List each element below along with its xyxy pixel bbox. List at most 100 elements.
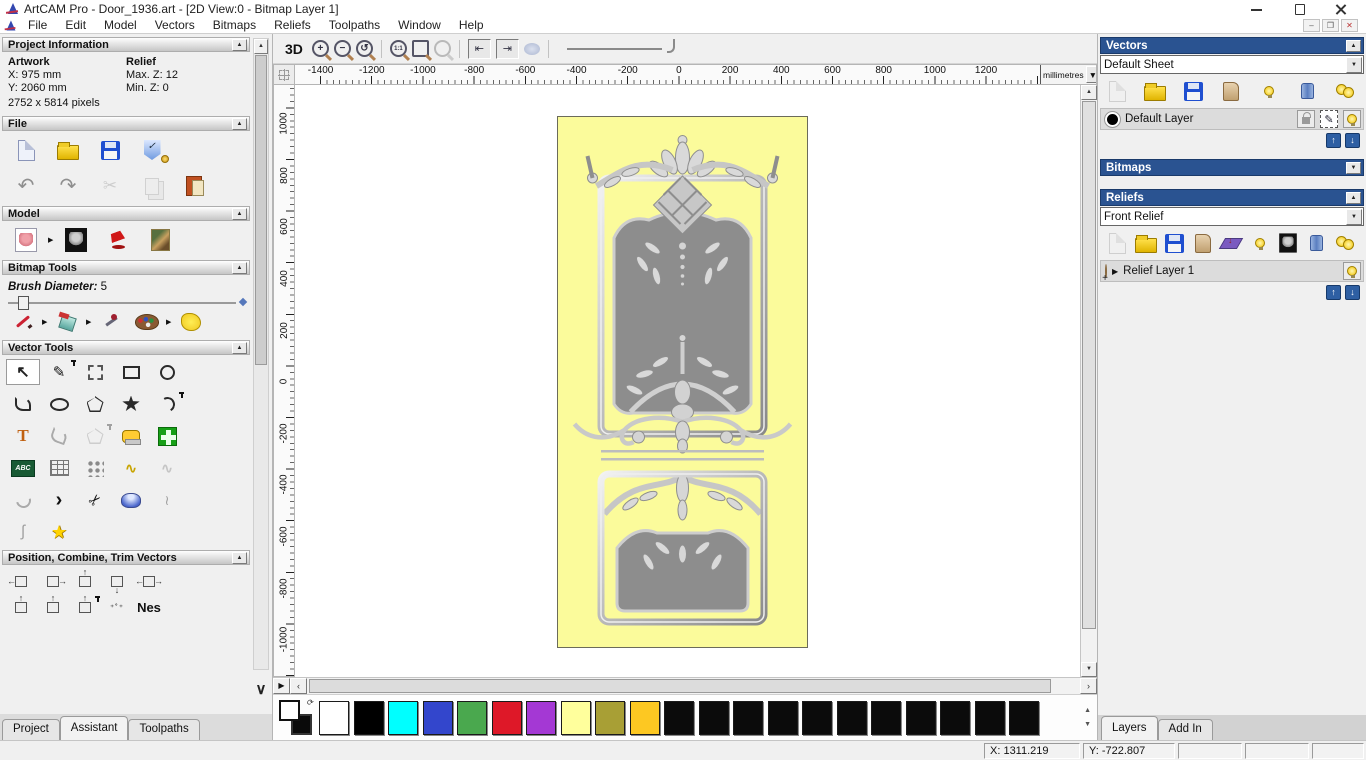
flyout-arrow-icon[interactable]: ▶ — [166, 318, 172, 326]
model-from-greyscale-button[interactable] — [56, 225, 96, 255]
collapse-section-button[interactable]: ▲ — [232, 261, 247, 274]
menu-item[interactable]: Window — [389, 17, 450, 33]
scroll-right-button[interactable]: › — [1080, 678, 1097, 694]
move-layer-down-button[interactable]: ↓ — [1345, 133, 1360, 148]
colour-swatch[interactable] — [457, 700, 487, 735]
center-in-page-button[interactable]: ↑ — [6, 593, 36, 619]
create-ellipse-tool[interactable] — [42, 391, 76, 417]
vector-sheet-dropdown[interactable]: Default Sheet ▼ — [1100, 55, 1364, 74]
collapse-section-button[interactable]: ▲ — [232, 341, 247, 354]
block-copy-tool[interactable] — [78, 455, 112, 481]
redo-button[interactable]: ↷ — [48, 171, 88, 201]
fit-vectors-to-relief-tool[interactable]: ∿ — [150, 455, 184, 481]
align-right-button[interactable]: → — [38, 569, 68, 593]
colour-swatch[interactable] — [871, 700, 901, 735]
collapse-section-button[interactable]: ▲ — [232, 207, 247, 220]
brush-diameter-slider[interactable] — [8, 296, 236, 310]
flood-fill-tool[interactable] — [50, 309, 84, 335]
swap-colours-icon[interactable]: ⟳ — [306, 698, 313, 707]
fit-arcs-tool[interactable] — [6, 487, 40, 513]
measure-tool[interactable] — [114, 423, 148, 449]
menu-item[interactable]: Toolpaths — [320, 17, 389, 33]
align-bottom-button[interactable]: ↓ — [102, 569, 132, 595]
menu-item[interactable]: File — [19, 17, 56, 33]
mdi-close-button[interactable]: ✕ — [1341, 18, 1358, 32]
create-polygon-tool[interactable] — [78, 391, 112, 417]
flyout-arrow-icon[interactable]: ▶ — [48, 236, 54, 244]
colour-swatch[interactable] — [767, 700, 798, 735]
colour-swatch[interactable] — [526, 700, 556, 735]
create-vector-points-tool[interactable]: ∿ — [114, 455, 148, 481]
expand-layer-icon[interactable]: ▶ — [1112, 267, 1118, 276]
new-model-button[interactable] — [6, 135, 46, 165]
scroll-down-button[interactable]: ▼ — [1081, 662, 1097, 677]
colour-palette-tool[interactable] — [130, 309, 164, 335]
load-bitmap-button[interactable] — [140, 225, 180, 255]
palette-scroll-down-button[interactable]: ▼ — [1084, 721, 1091, 728]
nesting-button[interactable]: Nes — [134, 595, 164, 619]
revolve-vectors-tool[interactable] — [114, 487, 148, 513]
mdi-restore-button[interactable]: ❐ — [1322, 18, 1339, 32]
new-relief-layer-button[interactable] — [1104, 231, 1130, 255]
open-relief-layer-button[interactable] — [1133, 231, 1159, 255]
vertical-scrollbar[interactable]: ▲ ▼ — [1080, 85, 1097, 677]
move-layer-up-button[interactable]: ↑ — [1326, 285, 1341, 300]
units-dropdown-button[interactable]: ▼ — [1085, 66, 1096, 83]
vector-doctor-tool[interactable]: ★ — [42, 519, 76, 545]
slider-thumb[interactable] — [18, 296, 29, 310]
menu-item[interactable]: Model — [95, 17, 146, 33]
node-editing-tool[interactable]: ✎ — [42, 359, 76, 385]
pane-split-button[interactable]: ▶ — [273, 678, 290, 694]
snap-layer-button[interactable]: ✎ — [1320, 110, 1338, 128]
colour-swatch[interactable] — [698, 700, 729, 735]
canvas-2d-view[interactable] — [295, 85, 1080, 677]
section-profile-tool[interactable]: ʃ — [6, 519, 40, 545]
colour-swatch[interactable] — [319, 700, 349, 735]
paste-button[interactable] — [174, 171, 214, 201]
zoom-out-button[interactable]: − — [333, 40, 351, 57]
toggle-3d-view-button[interactable]: 3D — [281, 41, 307, 57]
align-left-button[interactable]: ← — [6, 569, 36, 593]
zoom-1to1-button[interactable]: 1:1 — [389, 40, 407, 57]
merge-vector-layers-button[interactable] — [1218, 79, 1244, 103]
delete-vector-layer-button[interactable] — [1294, 79, 1320, 103]
primary-colour-swatch[interactable] — [279, 699, 300, 721]
center-in-model-button[interactable]: ↑ — [38, 593, 68, 619]
scroll-more-chevron-icon[interactable]: ∨ — [252, 680, 270, 698]
delete-relief-layer-button[interactable] — [1304, 231, 1330, 255]
toggle-all-layers-button[interactable] — [1332, 79, 1358, 103]
create-arrow-tool[interactable]: › — [42, 487, 76, 513]
colour-picker-tool[interactable] — [94, 309, 128, 335]
save-relief-layer-button[interactable] — [1161, 231, 1187, 255]
greyscale-preview-button[interactable] — [1275, 231, 1301, 255]
select-vectors-tool[interactable]: ↖ — [6, 359, 40, 385]
scroll-up-button[interactable]: ▲ — [254, 39, 268, 54]
dropdown-arrow-button[interactable]: ▼ — [1346, 208, 1362, 225]
center-horizontal-button[interactable]: ← → — [134, 569, 164, 593]
create-rectangle-tool[interactable] — [114, 359, 148, 385]
toggle-left-panel-button[interactable]: ⇤ — [467, 38, 491, 59]
move-layer-up-button[interactable]: ↑ — [1326, 133, 1341, 148]
zoom-previous-button[interactable]: ↺ — [355, 40, 373, 57]
paste-along-curve-button[interactable]: ↑ — [70, 593, 100, 619]
save-model-button[interactable] — [90, 135, 130, 165]
layer-visibility-button[interactable] — [1343, 262, 1361, 280]
transform-vectors-tool[interactable] — [78, 359, 112, 385]
new-vector-layer-button[interactable] — [1104, 79, 1130, 103]
colour-swatch[interactable] — [733, 700, 763, 735]
move-layer-down-button[interactable]: ↓ — [1345, 285, 1360, 300]
layer-colour-swatch[interactable] — [1104, 110, 1121, 128]
open-vector-layer-button[interactable] — [1142, 79, 1168, 103]
relief-layer-row[interactable]: ▶ Relief Layer 1 — [1100, 260, 1364, 282]
greyscale-from-model-button[interactable] — [6, 225, 46, 255]
tab-add-in[interactable]: Add In — [1157, 719, 1213, 740]
zoom-in-button[interactable]: + — [311, 40, 329, 57]
menu-item[interactable]: Help — [450, 17, 493, 33]
array-copy-button[interactable]: ⁺˚⁺ — [102, 595, 132, 619]
create-polyline-tool[interactable] — [6, 391, 40, 417]
create-text-tool[interactable]: T — [6, 423, 40, 449]
tab-project[interactable]: Project — [2, 719, 60, 740]
collapse-section-button[interactable]: ▲ — [232, 551, 247, 564]
colour-swatch[interactable] — [491, 700, 522, 735]
colour-swatch[interactable] — [1009, 700, 1039, 735]
